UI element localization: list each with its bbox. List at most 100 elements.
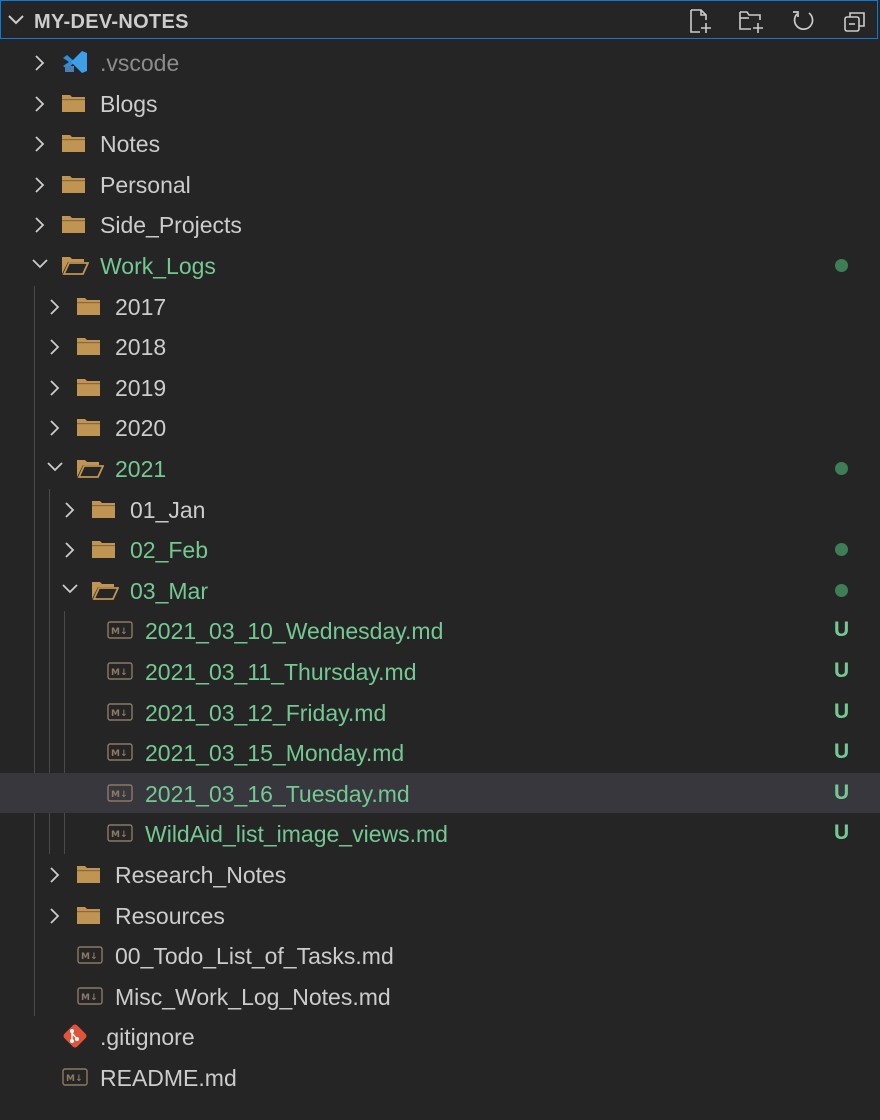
explorer-title: MY-DEV-NOTES bbox=[34, 11, 189, 33]
explorer-header[interactable]: MY-DEV-NOTES bbox=[0, 0, 878, 39]
folder-icon bbox=[77, 338, 100, 356]
tree-folder-row[interactable]: 03_Mar bbox=[0, 570, 880, 610]
open-folder-icon bbox=[77, 460, 104, 478]
tree-folder-row[interactable]: 02_Feb bbox=[0, 529, 880, 569]
tree-file-row[interactable]: M↓ 2021_03_16_Tuesday.md U bbox=[0, 772, 880, 813]
tree-folder-row[interactable]: Personal bbox=[0, 164, 880, 204]
chevron-down-icon[interactable] bbox=[7, 14, 25, 26]
tree-folder-row[interactable]: 2019 bbox=[0, 367, 880, 407]
tree-item-label: 2021_03_10_Wednesday.md bbox=[145, 618, 444, 645]
chevron-right-icon[interactable] bbox=[33, 176, 47, 194]
folder-icon bbox=[92, 500, 115, 518]
markdown-file-icon: M↓ bbox=[77, 987, 103, 1005]
tree-file-row[interactable]: M↓ 2021_03_15_Monday.md U bbox=[0, 732, 880, 772]
tree-item-label: 00_Todo_List_of_Tasks.md bbox=[115, 943, 394, 970]
tree-item-label: Blogs bbox=[100, 90, 158, 117]
tree-folder-row[interactable]: Work_Logs bbox=[0, 245, 880, 285]
markdown-file-icon: M↓ bbox=[107, 824, 133, 843]
svg-text:M↓: M↓ bbox=[111, 749, 128, 759]
tree-file-row[interactable]: M↓ WildAid_list_image_views.md U bbox=[0, 813, 880, 853]
tree-item-label: 2021 bbox=[115, 456, 167, 482]
tree-folder-row[interactable]: Side_Projects bbox=[0, 204, 880, 244]
svg-text:M↓: M↓ bbox=[111, 790, 128, 800]
svg-text:M↓: M↓ bbox=[111, 627, 128, 637]
markdown-file-icon: M↓ bbox=[107, 702, 133, 721]
tree-item-label: Resources bbox=[115, 902, 225, 929]
tree-folder-row[interactable]: 2020 bbox=[0, 407, 880, 447]
tree-file-row[interactable]: M↓ README.md bbox=[0, 1057, 880, 1097]
untracked-badge: U bbox=[834, 659, 850, 682]
open-folder-icon bbox=[92, 581, 119, 600]
untracked-badge: U bbox=[834, 699, 850, 723]
untracked-badge: U bbox=[834, 780, 850, 804]
folder-icon bbox=[77, 378, 100, 396]
chevron-right-icon[interactable] bbox=[33, 95, 47, 113]
refresh-icon[interactable] bbox=[790, 8, 816, 34]
markdown-file-icon: M↓ bbox=[77, 946, 103, 964]
tree-file-row[interactable]: M↓ 2021_03_12_Friday.md U bbox=[0, 692, 880, 732]
svg-text:M↓: M↓ bbox=[81, 993, 98, 1003]
folder-icon bbox=[77, 297, 100, 315]
tree-item-label: README.md bbox=[100, 1065, 237, 1091]
chevron-right-icon[interactable] bbox=[48, 298, 62, 316]
chevron-right-icon[interactable] bbox=[48, 866, 62, 884]
tree-folder-row[interactable]: .vscode bbox=[0, 42, 880, 82]
tree-item-label: Personal bbox=[100, 171, 191, 198]
chevron-right-icon[interactable] bbox=[48, 338, 62, 356]
chevron-down-icon[interactable] bbox=[46, 460, 64, 474]
folder-icon bbox=[77, 866, 100, 883]
collapse-all-icon[interactable] bbox=[842, 8, 868, 34]
tree-file-row[interactable]: M↓ Misc_Work_Log_Notes.md bbox=[0, 976, 880, 1016]
chevron-right-icon[interactable] bbox=[48, 379, 62, 397]
tree-item-label: Notes bbox=[100, 131, 161, 158]
tree-folder-row[interactable]: Notes bbox=[0, 123, 880, 163]
markdown-file-icon: M↓ bbox=[107, 743, 133, 761]
chevron-right-icon[interactable] bbox=[48, 907, 62, 925]
chevron-right-icon[interactable] bbox=[63, 501, 77, 519]
tree-item-label: .vscode bbox=[100, 50, 180, 76]
chevron-right-icon[interactable] bbox=[33, 216, 47, 234]
tree-item-label: 2019 bbox=[115, 374, 167, 401]
folder-icon bbox=[62, 216, 85, 234]
tree-file-row[interactable]: .gitignore bbox=[0, 1016, 880, 1056]
tree-folder-row[interactable]: Resources bbox=[0, 895, 880, 935]
tree-item-label: Work_Logs bbox=[100, 253, 216, 279]
tree-folder-row[interactable]: 2021 bbox=[0, 448, 880, 488]
new-file-icon[interactable] bbox=[687, 8, 713, 34]
modified-dot-badge bbox=[835, 583, 848, 597]
svg-text:M↓: M↓ bbox=[111, 830, 128, 840]
tree-item-label: 02_Feb bbox=[130, 537, 209, 564]
open-folder-icon bbox=[62, 257, 89, 275]
svg-text:M↓: M↓ bbox=[111, 709, 128, 719]
markdown-file-icon: M↓ bbox=[107, 662, 133, 680]
tree-item-label: .gitignore bbox=[100, 1024, 195, 1051]
tree-folder-row[interactable]: Research_Notes bbox=[0, 854, 880, 894]
git-file-icon bbox=[63, 1024, 87, 1048]
tree-folder-row[interactable]: Blogs bbox=[0, 83, 880, 123]
modified-dot-badge bbox=[835, 259, 848, 272]
tree-item-label: 03_Mar bbox=[130, 577, 208, 604]
chevron-right-icon[interactable] bbox=[33, 135, 47, 153]
svg-text:M↓: M↓ bbox=[66, 1074, 83, 1084]
untracked-badge: U bbox=[834, 618, 850, 642]
tree-folder-row[interactable]: 2018 bbox=[0, 326, 880, 366]
folder-icon bbox=[77, 419, 100, 437]
tree-file-row[interactable]: M↓ 2021_03_11_Thursday.md U bbox=[0, 651, 880, 691]
markdown-file-icon: M↓ bbox=[62, 1068, 88, 1086]
chevron-down-icon[interactable] bbox=[61, 582, 79, 596]
chevron-right-icon[interactable] bbox=[33, 54, 47, 72]
tree-folder-row[interactable]: 2017 bbox=[0, 286, 880, 326]
tree-file-row[interactable]: M↓ 00_Todo_List_of_Tasks.md bbox=[0, 935, 880, 975]
chevron-down-icon[interactable] bbox=[31, 257, 49, 271]
untracked-badge: U bbox=[834, 740, 850, 764]
new-folder-icon[interactable] bbox=[738, 8, 764, 34]
chevron-right-icon[interactable] bbox=[63, 541, 77, 559]
tree-folder-row[interactable]: 01_Jan bbox=[0, 489, 880, 529]
folder-icon bbox=[77, 906, 100, 924]
modified-dot-badge bbox=[835, 543, 848, 557]
tree-item-label: 2020 bbox=[115, 415, 167, 442]
chevron-right-icon[interactable] bbox=[48, 419, 62, 437]
folder-icon bbox=[92, 541, 115, 559]
tree-file-row[interactable]: M↓ 2021_03_10_Wednesday.md U bbox=[0, 610, 880, 650]
tree-item-label: Misc_Work_Log_Notes.md bbox=[115, 983, 391, 1010]
